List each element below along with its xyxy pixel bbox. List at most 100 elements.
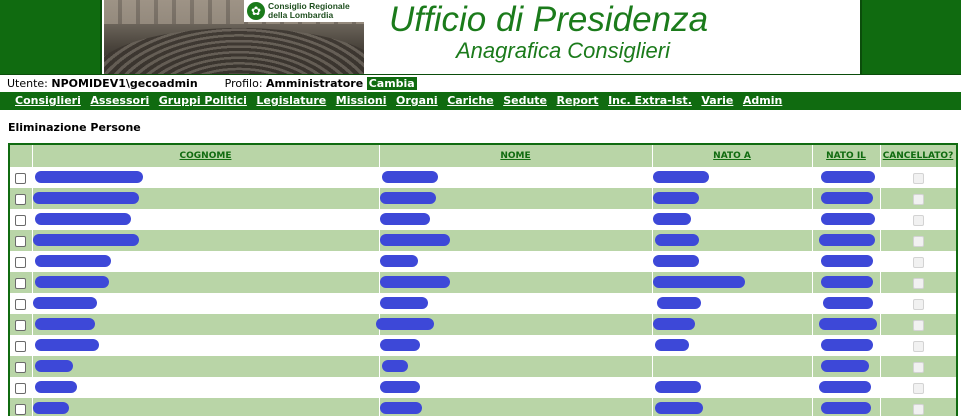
cognome-cell — [32, 230, 380, 251]
nato-il-cell — [812, 167, 881, 188]
table-row — [10, 356, 956, 377]
column-header-nato-a[interactable]: NATO A — [652, 145, 813, 167]
menu-item-inc-extra-ist[interactable]: Inc. Extra-Ist. — [608, 94, 692, 107]
nato-il-cell — [812, 188, 881, 209]
cancellato-checkbox — [912, 403, 924, 415]
column-header-nato-il[interactable]: NATO IL — [812, 145, 881, 167]
nato-il-cell — [812, 251, 881, 272]
nome-cell — [379, 377, 653, 398]
redaction-mark — [652, 255, 699, 267]
redaction-mark — [32, 234, 139, 246]
row-select-checkbox[interactable] — [15, 361, 27, 373]
user-label: Utente: — [7, 77, 48, 90]
menu-item-varie[interactable]: Varie — [701, 94, 733, 107]
nome-cell — [379, 230, 653, 251]
table-row — [10, 167, 956, 188]
redaction-mark — [654, 402, 703, 414]
nato-il-cell — [812, 356, 881, 377]
row-select-checkbox[interactable] — [15, 235, 27, 247]
redaction-mark — [34, 171, 143, 183]
nato-a-cell — [652, 293, 813, 314]
row-select-checkbox[interactable] — [15, 277, 27, 289]
nato-il-cell — [812, 293, 881, 314]
cognome-cell — [32, 293, 380, 314]
banner-panel: ✿ Consiglio Regionale della Lombardia Uf… — [100, 0, 862, 74]
redaction-mark — [656, 297, 701, 309]
nato-il-cell — [812, 272, 881, 293]
redaction-mark — [34, 276, 109, 288]
nome-cell — [379, 167, 653, 188]
menu-item-sedute[interactable]: Sedute — [503, 94, 547, 107]
cancellato-checkbox — [912, 361, 924, 373]
nato-a-cell — [652, 188, 813, 209]
column-header-cancellato[interactable]: CANCELLATO? — [880, 145, 956, 167]
menu-item-consiglieri[interactable]: Consiglieri — [15, 94, 81, 107]
cognome-cell — [32, 272, 380, 293]
redaction-mark — [379, 213, 430, 225]
redaction-mark — [375, 318, 434, 330]
menu-item-cariche[interactable]: Cariche — [447, 94, 494, 107]
column-header-nome[interactable]: NOME — [379, 145, 653, 167]
nome-cell — [375, 314, 653, 335]
redaction-mark — [379, 297, 428, 309]
cancellato-checkbox — [912, 256, 924, 268]
table-row — [10, 377, 956, 398]
redaction-mark — [381, 360, 408, 372]
menu-item-report[interactable]: Report — [557, 94, 599, 107]
app-subtitle: Anagrafica Consiglieri — [456, 38, 670, 63]
menu-item-gruppi-politici[interactable]: Gruppi Politici — [159, 94, 247, 107]
table-row — [10, 188, 956, 209]
cancellato-checkbox — [912, 172, 924, 184]
table-row — [10, 209, 956, 230]
menu-item-organi[interactable]: Organi — [396, 94, 438, 107]
cancellato-checkbox — [912, 277, 924, 289]
nato-il-cell — [812, 230, 881, 251]
change-profile-button[interactable]: Cambia — [366, 77, 417, 90]
regional-council-logo: ✿ Consiglio Regionale della Lombardia — [244, 0, 364, 22]
header-banner: ✿ Consiglio Regionale della Lombardia Uf… — [0, 0, 961, 74]
menu-item-assessori[interactable]: Assessori — [90, 94, 149, 107]
nome-cell — [379, 209, 653, 230]
menu-item-admin[interactable]: Admin — [743, 94, 782, 107]
column-header-select — [10, 145, 33, 167]
cancellato-checkbox — [912, 298, 924, 310]
redaction-mark — [381, 171, 438, 183]
cancellato-checkbox — [912, 319, 924, 331]
row-select-checkbox[interactable] — [15, 340, 27, 352]
redaction-mark — [379, 255, 418, 267]
table-row — [10, 398, 956, 416]
redaction-mark — [34, 339, 99, 351]
redaction-mark — [32, 297, 97, 309]
redaction-mark — [34, 213, 131, 225]
council-hall-photo: ✿ Consiglio Regionale della Lombardia — [104, 0, 364, 74]
row-select-checkbox[interactable] — [15, 319, 27, 331]
row-select-checkbox[interactable] — [15, 193, 27, 205]
column-header-cognome[interactable]: COGNOME — [32, 145, 380, 167]
nome-cell — [379, 272, 653, 293]
cancellato-checkbox — [912, 382, 924, 394]
persons-grid: COGNOME NOME NATO A NATO IL CANCELLATO? — [8, 143, 958, 416]
row-select-checkbox[interactable] — [15, 382, 27, 394]
cognome-cell — [32, 314, 380, 335]
cognome-cell — [32, 251, 380, 272]
row-select-checkbox[interactable] — [15, 172, 27, 184]
row-select-checkbox[interactable] — [15, 214, 27, 226]
menu-item-missioni[interactable]: Missioni — [336, 94, 387, 107]
menu-item-legislature[interactable]: Legislature — [256, 94, 326, 107]
row-select-checkbox[interactable] — [15, 256, 27, 268]
nato-il-cell — [812, 335, 881, 356]
cancellato-checkbox — [912, 340, 924, 352]
nome-cell — [379, 188, 653, 209]
row-select-checkbox[interactable] — [15, 298, 27, 310]
nato-a-cell — [652, 167, 813, 188]
redaction-mark — [652, 171, 709, 183]
cognome-cell — [32, 398, 380, 416]
row-select-checkbox[interactable] — [15, 403, 27, 415]
cognome-cell — [32, 377, 380, 398]
nome-cell — [379, 335, 653, 356]
redaction-mark — [379, 381, 420, 393]
nato-a-cell — [652, 398, 813, 416]
nome-cell — [379, 398, 653, 416]
cognome-cell — [32, 356, 380, 377]
nato-a-cell — [652, 230, 813, 251]
